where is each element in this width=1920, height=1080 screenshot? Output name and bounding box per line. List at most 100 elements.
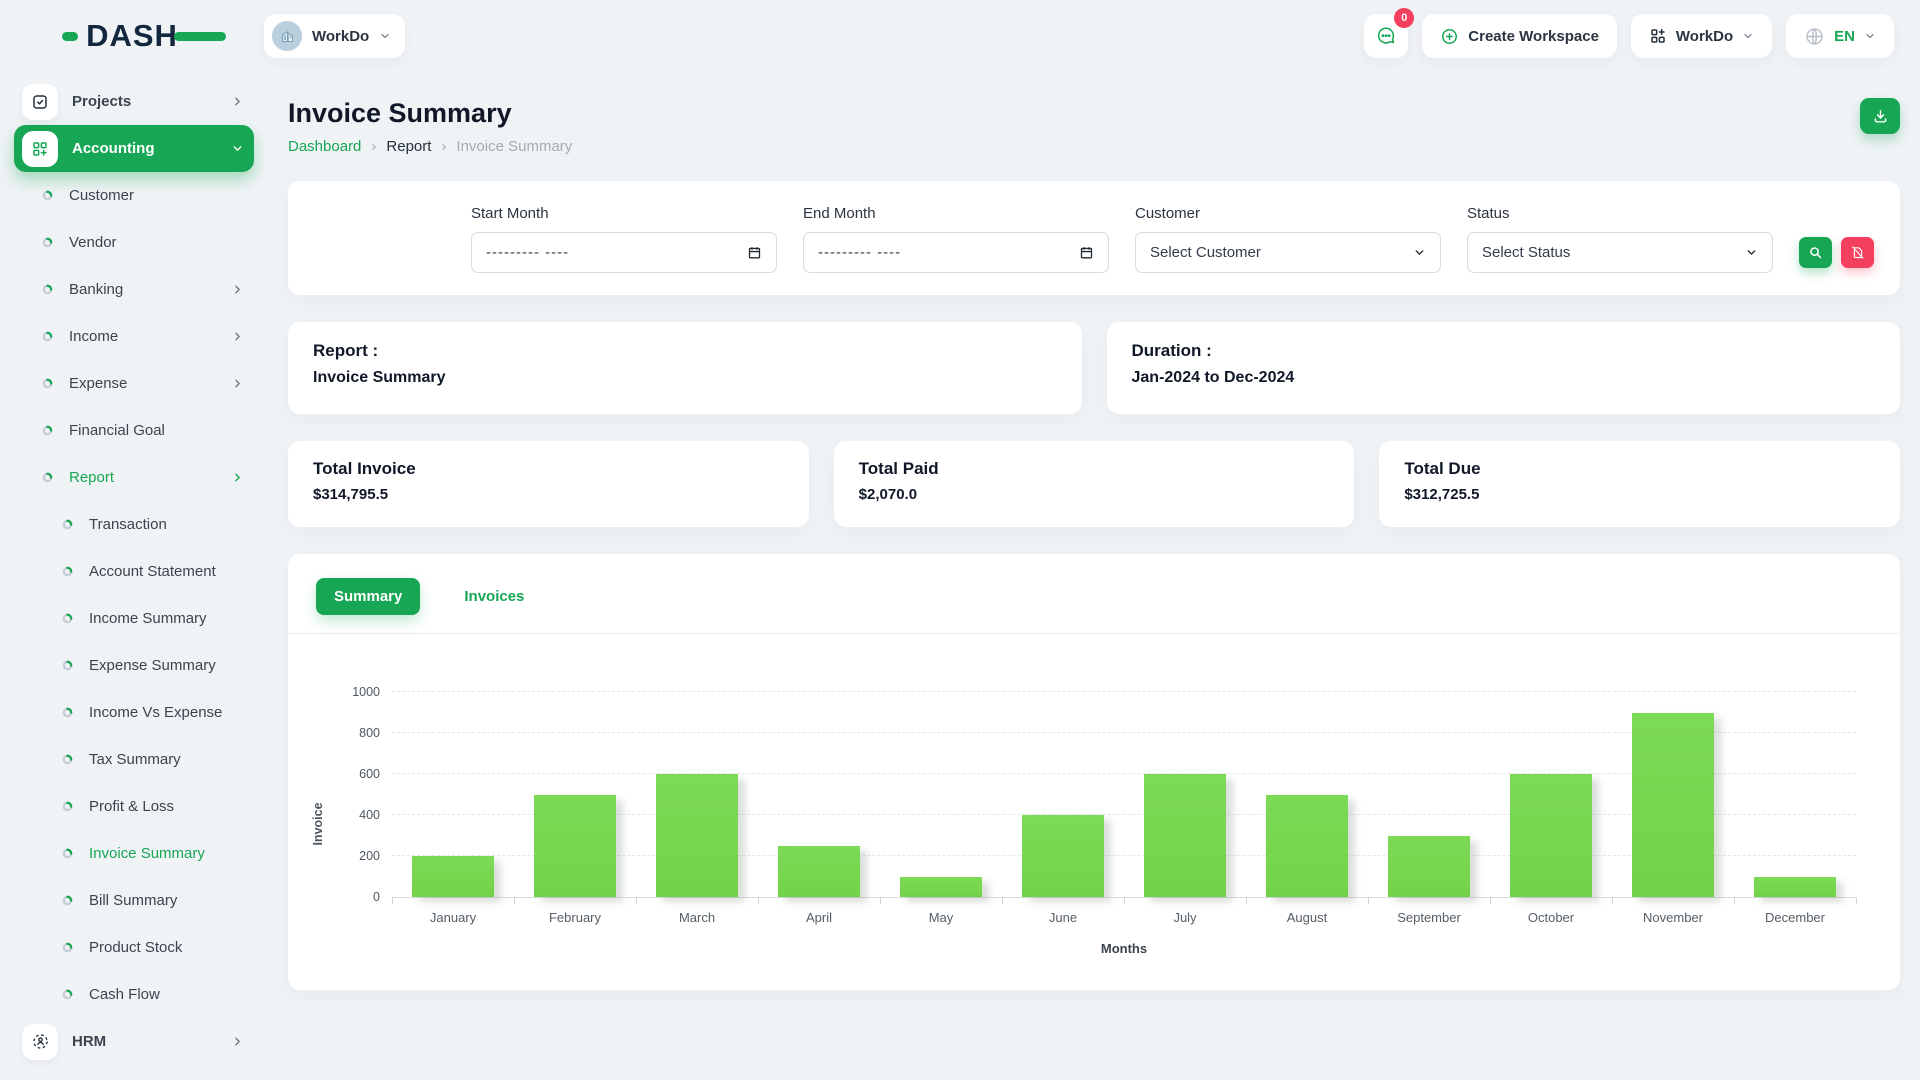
chart-x-tick xyxy=(1124,897,1125,904)
bullet-icon xyxy=(62,707,73,718)
sidebar-item-banking[interactable]: Banking xyxy=(14,266,254,313)
reset-filter-button[interactable] xyxy=(1841,237,1874,268)
sidebar-item-label: Bill Summary xyxy=(89,892,244,909)
chart-bar-december xyxy=(1754,877,1837,898)
sidebar-item-tax-summary[interactable]: Tax Summary xyxy=(14,736,254,783)
chevron-right-icon xyxy=(231,377,244,390)
duration-label: Duration : xyxy=(1132,341,1876,361)
sidebar-item-projects[interactable]: Projects xyxy=(14,78,254,125)
logo-dot-accent xyxy=(62,32,78,41)
chart-x-tick xyxy=(758,897,759,904)
workdo-menu-button[interactable]: WorkDo xyxy=(1631,14,1772,58)
total-card-total-invoice: Total Invoice$314,795.5 xyxy=(288,441,809,527)
chart-x-tick xyxy=(636,897,637,904)
duration-info-card: Duration : Jan-2024 to Dec-2024 xyxy=(1107,322,1901,414)
language-code: EN xyxy=(1834,28,1855,45)
chart-bar-february xyxy=(534,795,617,898)
tabs-divider xyxy=(288,633,1900,634)
breadcrumb-dashboard[interactable]: Dashboard xyxy=(288,138,361,155)
main-content: Invoice Summary Dashboard›Report›Invoice… xyxy=(264,72,1920,1080)
chart-bar-may xyxy=(900,877,983,898)
sidebar-item-vendor[interactable]: Vendor xyxy=(14,219,254,266)
bullet-icon xyxy=(62,754,73,765)
chart-bar-june xyxy=(1022,815,1105,897)
total-value: $312,725.5 xyxy=(1404,486,1875,503)
chart-x-tick-label: December xyxy=(1734,910,1856,925)
chart-bar-slot xyxy=(392,692,514,897)
sidebar-item-expense[interactable]: Expense xyxy=(14,360,254,407)
chart-x-tick-label: September xyxy=(1368,910,1490,925)
breadcrumb-report[interactable]: Report xyxy=(386,138,431,155)
workspace-switcher[interactable]: WorkDo xyxy=(264,14,405,58)
end-month-input[interactable]: --------- ---- xyxy=(803,232,1109,273)
bullet-icon xyxy=(62,519,73,530)
logo-dash-accent xyxy=(174,32,226,41)
sidebar-item-bill-summary[interactable]: Bill Summary xyxy=(14,877,254,924)
sidebar-item-accounting[interactable]: Accounting xyxy=(14,125,254,172)
sidebar-item-label: Customer xyxy=(69,187,244,204)
chart-x-tick-label: August xyxy=(1246,910,1368,925)
chart-bars xyxy=(392,692,1856,897)
sidebar-item-product-stock[interactable]: Product Stock xyxy=(14,924,254,971)
apply-filter-button[interactable] xyxy=(1799,237,1832,268)
sidebar-item-expense-summary[interactable]: Expense Summary xyxy=(14,642,254,689)
messages-button[interactable]: 0 xyxy=(1364,14,1408,58)
chart-x-tick-label: October xyxy=(1490,910,1612,925)
bullet-icon xyxy=(62,613,73,624)
sidebar-item-invoice-summary[interactable]: Invoice Summary xyxy=(14,830,254,877)
start-month-input[interactable]: --------- ---- xyxy=(471,232,777,273)
chevron-right-icon xyxy=(231,95,244,108)
workspace-avatar xyxy=(272,21,302,51)
checkbox-icon xyxy=(22,84,58,120)
bullet-icon xyxy=(62,801,73,812)
invoice-bar-chart: Invoice 02004006008001000 JanuaryFebruar… xyxy=(392,692,1856,956)
sidebar-item-label: Income Vs Expense xyxy=(89,704,244,721)
bullet-icon xyxy=(62,989,73,1000)
sidebar-item-financial-goal[interactable]: Financial Goal xyxy=(14,407,254,454)
sidebar-item-income-summary[interactable]: Income Summary xyxy=(14,595,254,642)
sidebar-item-label: Projects xyxy=(72,93,231,110)
chart-bar-slot xyxy=(1368,692,1490,897)
sidebar-item-label: Banking xyxy=(69,281,231,298)
chart-x-tick-label: February xyxy=(514,910,636,925)
customer-select[interactable]: Select Customer xyxy=(1135,232,1441,273)
create-workspace-button[interactable]: Create Workspace xyxy=(1422,14,1617,58)
report-value: Invoice Summary xyxy=(313,369,1057,387)
sidebar-item-income-vs-expense[interactable]: Income Vs Expense xyxy=(14,689,254,736)
dash-logo: DASH xyxy=(56,18,208,54)
sidebar-item-label: HRM xyxy=(72,1033,231,1050)
sidebar-item-transaction[interactable]: Transaction xyxy=(14,501,254,548)
plus-circle-icon xyxy=(1440,27,1459,46)
sidebar-item-income[interactable]: Income xyxy=(14,313,254,360)
chat-icon xyxy=(1375,25,1397,47)
sidebar-item-label: Income Summary xyxy=(89,610,244,627)
download-report-button[interactable] xyxy=(1860,98,1900,134)
total-value: $2,070.0 xyxy=(859,486,1330,503)
total-label: Total Invoice xyxy=(313,459,784,479)
chart-y-tick-label: 800 xyxy=(359,726,380,740)
total-label: Total Due xyxy=(1404,459,1875,479)
sidebar-item-label: Account Statement xyxy=(89,563,244,580)
sidebar-item-label: Invoice Summary xyxy=(89,845,244,862)
chart-x-tick xyxy=(392,897,393,904)
status-select[interactable]: Select Status xyxy=(1467,232,1773,273)
tab-summary[interactable]: Summary xyxy=(316,578,420,615)
sidebar-item-account-statement[interactable]: Account Statement xyxy=(14,548,254,595)
sidebar-item-label: Expense Summary xyxy=(89,657,244,674)
chart-bar-slot xyxy=(880,692,1002,897)
language-selector[interactable]: EN xyxy=(1786,14,1894,58)
totals-row: Total Invoice$314,795.5Total Paid$2,070.… xyxy=(288,441,1900,527)
sidebar-item-cash-flow[interactable]: Cash Flow xyxy=(14,971,254,1018)
chart-x-axis-title: Months xyxy=(392,941,1856,956)
chart-y-tick-label: 0 xyxy=(373,890,380,904)
sidebar-item-label: Transaction xyxy=(89,516,244,533)
sidebar-item-profit-loss[interactable]: Profit & Loss xyxy=(14,783,254,830)
chart-bar-january xyxy=(412,856,495,897)
bullet-icon xyxy=(42,331,53,342)
chart-y-tick-label: 200 xyxy=(359,849,380,863)
sidebar-item-hrm[interactable]: HRM xyxy=(14,1018,254,1065)
chart-bar-august xyxy=(1266,795,1349,898)
sidebar-item-customer[interactable]: Customer xyxy=(14,172,254,219)
sidebar-item-report[interactable]: Report xyxy=(14,454,254,501)
tab-invoices[interactable]: Invoices xyxy=(446,578,542,615)
